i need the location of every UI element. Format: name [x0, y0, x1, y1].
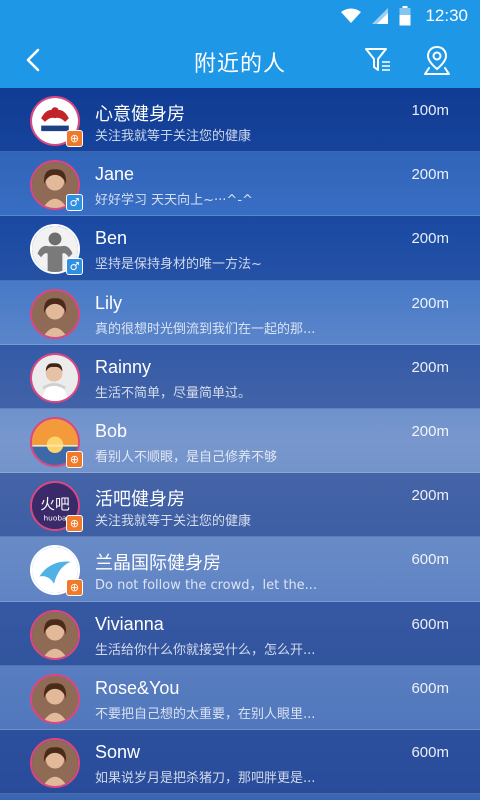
avatar[interactable]: [30, 352, 80, 403]
distance-label: 600m: [411, 679, 449, 697]
app-bar: 附近的人: [0, 32, 480, 88]
location-icon[interactable]: [422, 44, 452, 76]
list-item[interactable]: ♂ Ben 坚持是保持身材的唯一方法~ 200m: [0, 216, 480, 281]
person-name: Rose&You: [95, 677, 180, 698]
distance-label: 200m: [411, 487, 449, 505]
distance-label: 600m: [411, 743, 449, 761]
list-item[interactable]: ♂ Jane 好好学习 天天向上~···^-^ 200m: [0, 152, 480, 217]
person-signature: 生活不简单，尽量简单过。: [95, 385, 252, 401]
nearby-people-list: ⊕ 心意健身房关注我就等于关注您的健康 100m ♂ Jane 好好学习 天天向上~···…: [0, 88, 480, 795]
person-name: Sonw: [95, 741, 141, 762]
person-signature: 看别人不顺眼，是自己修养不够: [95, 449, 278, 465]
list-item[interactable]: Vivianna 生活给你什么你就接受什么，怎么开... 600m: [0, 601, 480, 666]
list-item[interactable]: ⊕ Bob 看别人不顺眼，是自己修养不够 200m: [0, 408, 480, 474]
gym-badge-icon: ⊕: [66, 130, 83, 147]
person-name: Rainny: [95, 356, 152, 377]
distance-label: 200m: [411, 230, 449, 248]
avatar[interactable]: [30, 737, 80, 788]
person-name: Jane: [95, 164, 135, 185]
person-name: Bob: [95, 420, 128, 441]
distance-label: 200m: [411, 422, 449, 440]
person-signature: 坚持是保持身材的唯一方法~: [95, 257, 262, 273]
distance-label: 200m: [411, 166, 449, 184]
battery-icon: [399, 6, 411, 26]
gym-badge-icon: ⊕: [66, 450, 83, 468]
wifi-icon: [341, 8, 362, 23]
distance-label: 200m: [411, 358, 449, 376]
list-item[interactable]: Rose&You 不要把自己想的太重要，在别人眼里... 600m: [0, 665, 480, 730]
avatar[interactable]: [30, 288, 80, 339]
status-time: 12:30: [425, 6, 468, 25]
distance-label: 600m: [411, 615, 449, 633]
person-name: Vivianna: [95, 613, 164, 634]
list-item[interactable]: ⊕ 心意健身房关注我就等于关注您的健康 100m: [0, 88, 480, 153]
gym-badge-icon: ⊕: [66, 579, 83, 597]
person-name: 心意健身房: [95, 104, 185, 124]
person-name: 兰晶国际健身房: [95, 553, 221, 574]
gender-badge-icon: ♂: [66, 194, 83, 212]
status-bar: 12:30: [0, 0, 480, 32]
person-signature: 关注我就等于关注您的健康: [95, 129, 252, 144]
person-signature: 生活给你什么你就接受什么，怎么开...: [95, 642, 316, 658]
list-item[interactable]: Sonw 如果说岁月是把杀猪刀，那吧胖更是... 600m: [0, 729, 480, 795]
avatar-logo-subtext: huoba: [43, 514, 66, 523]
person-signature: Do not follow the crowd，let the...: [95, 578, 318, 594]
distance-label: 200m: [411, 294, 449, 312]
avatar-logo-text: 火吧: [40, 496, 70, 513]
person-name: Ben: [95, 228, 128, 249]
gym-badge-icon: ⊕: [66, 515, 83, 533]
filter-icon[interactable]: [364, 46, 392, 74]
signal-icon: [372, 8, 389, 24]
person-signature: 真的很想时光倒流到我们在一起的那...: [95, 321, 316, 337]
avatar[interactable]: [30, 609, 80, 660]
person-signature: 不要把自己想的太重要，在别人眼里...: [95, 706, 316, 722]
distance-label: 100m: [411, 102, 449, 119]
person-signature: 好好学习 天天向上~···^-^: [95, 193, 253, 209]
distance-label: 600m: [411, 551, 449, 569]
list-item[interactable]: ⊕ 兰晶国际健身房 Do not follow the crowd，let the.…: [0, 537, 480, 602]
person-signature: 如果说岁月是把杀猪刀，那吧胖更是...: [95, 770, 316, 786]
list-item[interactable]: Lily 真的很想时光倒流到我们在一起的那... 200m: [0, 280, 480, 345]
person-signature: 关注我就等于关注您的健康: [95, 514, 252, 530]
gender-badge-icon: ♂: [66, 258, 83, 276]
person-name: Lily: [95, 292, 123, 313]
list-item[interactable]: 火吧 huoba ⊕ 活吧健身房关注我就等于关注您的健康 200m: [0, 473, 480, 538]
avatar[interactable]: [30, 673, 80, 724]
page-title: 附近的人: [193, 52, 286, 77]
person-name: 活吧健身房: [95, 489, 185, 510]
list-item[interactable]: Rainny 生活不简单，尽量简单过。 200m: [0, 344, 480, 409]
